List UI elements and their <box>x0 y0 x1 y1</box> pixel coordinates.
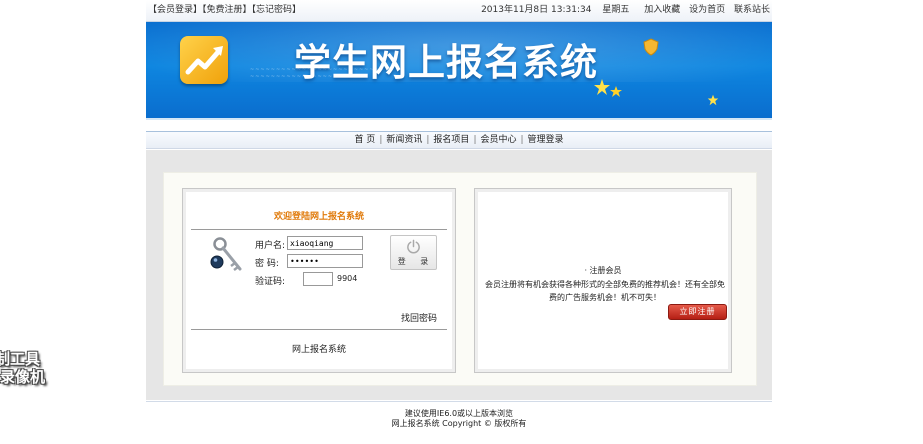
shield-icon <box>643 38 659 56</box>
find-password-link[interactable]: 找回密码 <box>401 311 437 324</box>
small-star-icon <box>707 94 719 106</box>
login-box: 欢迎登陆网上报名系统 用户名: 密 码: 验证码: 9904 <box>182 188 456 373</box>
password-input[interactable] <box>287 254 363 268</box>
power-icon <box>407 239 420 254</box>
chart-logo-icon <box>180 36 228 84</box>
set-homepage-link[interactable]: 设为首页 <box>689 5 725 15</box>
page-footer: 建议使用IE6.0或以上版本浏览 网上报名系统 Copyright © 版权所有 <box>146 401 772 429</box>
nav-separator: | <box>426 135 430 145</box>
nav-news[interactable]: 新闻资讯 <box>386 135 422 145</box>
recorder-watermark: 制工具 录像机 <box>0 350 45 386</box>
watermark-line-1: 制工具 <box>0 350 41 368</box>
login-button[interactable]: 登 录 <box>390 235 437 270</box>
register-now-button[interactable]: 立即注册 <box>668 304 727 320</box>
site-title: 学生网上报名系统 <box>294 41 598 84</box>
divider <box>191 329 447 330</box>
content-panel: 欢迎登陆网上报名系统 用户名: 密 码: 验证码: 9904 <box>163 172 757 386</box>
register-box: · 注册会员 会员注册将有机会获得各种形式的全部免费的推荐机会！还有全部免费的广… <box>474 188 732 373</box>
nav-separator: | <box>473 135 477 145</box>
nav-separator: | <box>379 135 383 145</box>
captcha-input[interactable] <box>303 272 333 286</box>
login-heading: 欢迎登陆网上报名系统 <box>273 212 364 222</box>
nav-home[interactable]: 首 页 <box>354 135 375 145</box>
copyright: 网上报名系统 Copyright © 版权所有 <box>391 419 527 428</box>
main-nav: 首 页 | 新闻资讯 | 报名项目 | 会员中心 | 管理登录 <box>146 131 772 149</box>
password-label: 密 码: <box>255 259 279 269</box>
member-login-link[interactable]: 【会员登录】 <box>148 5 202 15</box>
captcha-code: 9904 <box>337 274 358 283</box>
content-area: 欢迎登陆网上报名系统 用户名: 密 码: 验证码: 9904 <box>146 150 772 400</box>
username-label: 用户名: <box>255 241 286 251</box>
current-weekday: 星期五 <box>602 5 630 15</box>
contact-admin-link[interactable]: 联系站长 <box>734 5 770 15</box>
add-favorite-link[interactable]: 加入收藏 <box>644 5 680 15</box>
login-button-label: 登 录 <box>397 257 435 266</box>
watermark-line-2: 录像机 <box>0 368 46 386</box>
top-bar: 【会员登录】【免费注册】【忘记密码】 2013年11月8日 13:31:34 星… <box>146 0 772 22</box>
header-banner: ~~~~~~~~~~~~~~~~~~~~~~~~~~ ~~~~~~~~~~~~~… <box>146 22 772 120</box>
free-register-link[interactable]: 【免费注册】 <box>202 5 252 15</box>
key-lock-icon <box>210 237 242 271</box>
divider <box>191 229 447 230</box>
username-input[interactable] <box>287 236 363 250</box>
current-datetime: 2013年11月8日 13:31:34 <box>481 5 592 15</box>
star-decoration-icon <box>594 79 622 97</box>
login-footer-text: 网上报名系统 <box>291 345 346 355</box>
banner-bottom-line <box>146 118 772 120</box>
nav-admin-login[interactable]: 管理登录 <box>528 135 564 145</box>
forgot-password-link[interactable]: 【忘记密码】 <box>252 5 302 15</box>
captcha-label: 验证码: <box>255 277 286 287</box>
register-description: 会员注册将有机会获得各种形式的全部免费的推荐机会！还有全部免费的广告服务机会！机… <box>485 280 725 302</box>
top-right-info: 2013年11月8日 13:31:34 星期五 加入收藏 设为首页 联系站长 <box>475 0 770 21</box>
browser-recommendation: 建议使用IE6.0或以上版本浏览 <box>404 409 514 418</box>
nav-projects[interactable]: 报名项目 <box>433 135 469 145</box>
register-heading: · 注册会员 <box>584 266 622 275</box>
nav-member-center[interactable]: 会员中心 <box>480 135 516 145</box>
top-links: 【会员登录】【免费注册】【忘记密码】 <box>148 0 301 21</box>
nav-separator: | <box>520 135 524 145</box>
